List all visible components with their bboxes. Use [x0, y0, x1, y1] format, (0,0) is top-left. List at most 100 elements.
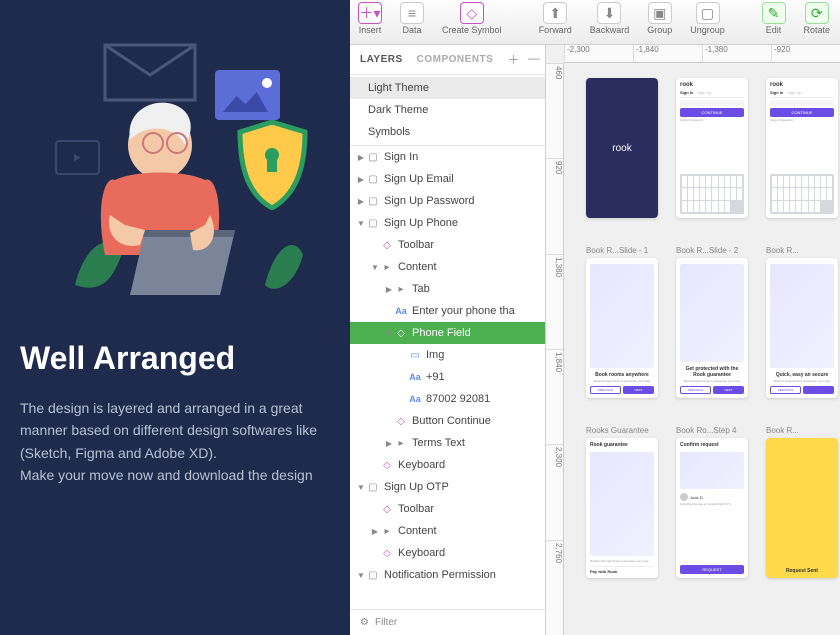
layer-row[interactable]: ▼◇Phone Field [350, 322, 545, 344]
artboard-label: Book R...Slide - 1 [586, 246, 658, 255]
layers-panel: LAYERS COMPONENTS ＋ — Light Theme Dark Th… [350, 45, 546, 635]
layer-label: Keyboard [398, 459, 445, 471]
ungroup-button[interactable]: ▢Ungroup [690, 2, 725, 35]
folder-icon: ▸ [394, 284, 408, 295]
layer-label: Sign Up Password [384, 195, 475, 207]
app-toolbar: ＋▾Insert ≡Data ◇Create Symbol ⬆Forward ⬇… [350, 0, 840, 45]
canvas[interactable]: -2,300-1,840-1,380-920 4609201,3801,8402… [546, 45, 840, 635]
layer-label: Tab [412, 283, 430, 295]
layer-label: 87002 92081 [426, 393, 490, 405]
layer-label: Img [426, 349, 444, 361]
artboard-icon: ▢ [366, 482, 380, 493]
layer-label: Toolbar [398, 503, 434, 515]
artboard-icon: ▢ [366, 218, 380, 229]
artboard[interactable]: Book Ro...Step 4Confirm requestJude DFur… [676, 426, 748, 578]
theme-symbols[interactable]: Symbols [350, 121, 545, 143]
artboard-label: Book R...Slide - 2 [676, 246, 748, 255]
create-symbol-button[interactable]: ◇Create Symbol [442, 2, 502, 35]
sym-icon: ◇ [394, 416, 408, 427]
group-button[interactable]: ▣Group [647, 2, 672, 35]
theme-light[interactable]: Light Theme [350, 77, 545, 99]
filter-bar[interactable]: ⚙ Filter [350, 609, 545, 635]
layer-row[interactable]: Aa +91 [350, 366, 545, 388]
rotate-button[interactable]: ⟳Rotate [804, 2, 831, 35]
ruler-horizontal: -2,300-1,840-1,380-920 [564, 45, 840, 63]
layer-label: Content [398, 525, 437, 537]
folder-icon: ▸ [380, 262, 394, 273]
edit-button[interactable]: ✎Edit [762, 2, 786, 35]
sym-icon: ◇ [380, 240, 394, 251]
artboard[interactable]: Rooks GuaranteeRook guaranteeBooking thr… [586, 426, 658, 578]
layer-row[interactable]: ▶▸Terms Text [350, 432, 545, 454]
artboard-icon: ▢ [366, 174, 380, 185]
artboards-container: rookrookSign InSign UpCONTINUEForgot Pas… [586, 75, 840, 635]
artboard[interactable]: Book R...Slide - 2Get protected with the… [676, 246, 748, 398]
layer-row[interactable]: ◇ Keyboard [350, 454, 545, 476]
artboard[interactable]: Book R...Quick, easy an secureBook throu… [766, 246, 838, 398]
artboard-label: Book Ro...Step 4 [676, 426, 748, 435]
filter-label: Filter [375, 617, 397, 628]
panel-tabs: LAYERS COMPONENTS ＋ — [350, 45, 545, 75]
promo-title: Well Arranged [20, 340, 330, 377]
layer-label: Sign Up Email [384, 173, 454, 185]
layer-row[interactable]: ▶▢Sign Up Password [350, 190, 545, 212]
data-button[interactable]: ≡Data [400, 2, 424, 35]
layer-label: Toolbar [398, 239, 434, 251]
layer-row[interactable]: Aa Enter your phone tha [350, 300, 545, 322]
add-icon[interactable]: ＋ [507, 51, 520, 68]
artboard-icon: ▢ [366, 570, 380, 581]
layer-row[interactable]: ▼▢Notification Permission [350, 564, 545, 586]
artboard-label: Book R... [766, 426, 838, 435]
artboard[interactable]: Book R...Request Sent [766, 426, 838, 578]
workarea: LAYERS COMPONENTS ＋ — Light Theme Dark Th… [350, 45, 840, 635]
layer-label: Sign In [384, 151, 418, 163]
img-icon: ▭ [408, 350, 422, 361]
theme-dark[interactable]: Dark Theme [350, 99, 545, 121]
insert-button[interactable]: ＋▾Insert [358, 2, 382, 35]
artboard-label: Rooks Guarantee [586, 426, 658, 435]
filter-icon: ⚙ [360, 617, 369, 628]
sym-icon: ◇ [394, 328, 408, 339]
tab-layers[interactable]: LAYERS [360, 54, 403, 65]
txt-icon: Aa [408, 372, 422, 382]
layer-row[interactable]: ◇ Toolbar [350, 498, 545, 520]
artboard-icon: ▢ [366, 152, 380, 163]
layer-label: Enter your phone tha [412, 305, 515, 317]
sym-icon: ◇ [380, 504, 394, 515]
layer-row[interactable]: ◇Button Continue [350, 410, 545, 432]
layer-row[interactable]: Aa87002 92081 [350, 388, 545, 410]
artboard[interactable]: rookSign InSign UpCONTINUEForgot Passwor… [676, 75, 748, 218]
layer-label: +91 [426, 371, 445, 383]
layer-label: Sign Up OTP [384, 481, 449, 493]
layer-row[interactable]: ▼▢Sign Up Phone [350, 212, 545, 234]
layer-label: Terms Text [412, 437, 465, 449]
layer-row[interactable]: ◇ Keyboard [350, 542, 545, 564]
layer-row[interactable]: ▶▢Sign In [350, 146, 545, 168]
forward-button[interactable]: ⬆Forward [539, 2, 572, 35]
artboard[interactable]: Book R...Slide - 1Book rooms anywhereBoo… [586, 246, 658, 398]
theme-list: Light Theme Dark Theme Symbols [350, 75, 545, 146]
sym-icon: ◇ [380, 548, 394, 559]
layer-row[interactable]: ▼▸Content [350, 256, 545, 278]
ruler-vertical: 4609201,3801,8402,3002,760 [546, 63, 564, 635]
layer-row[interactable]: ▶▸Content [350, 520, 545, 542]
layer-row[interactable]: ▶▢Sign Up Email [350, 168, 545, 190]
layer-row[interactable]: ▭ Img [350, 344, 545, 366]
layer-label: Content [398, 261, 437, 273]
txt-icon: Aa [394, 306, 408, 316]
layer-row[interactable]: ▶▸Tab [350, 278, 545, 300]
tab-components[interactable]: COMPONENTS [417, 54, 494, 65]
folder-icon: ▸ [380, 526, 394, 537]
layer-label: Sign Up Phone [384, 217, 458, 229]
design-app: ＋▾Insert ≡Data ◇Create Symbol ⬆Forward ⬇… [350, 0, 840, 635]
sym-icon: ◇ [380, 460, 394, 471]
layer-tree[interactable]: ▶▢Sign In▶▢Sign Up Email▶▢Sign Up Passwo… [350, 146, 545, 609]
collapse-icon[interactable]: — [528, 51, 541, 68]
layer-row[interactable]: ◇ Toolbar [350, 234, 545, 256]
backward-button[interactable]: ⬇Backward [590, 2, 630, 35]
artboard[interactable]: rookSign InSign UpCONTINUEForgot Passwor… [766, 75, 838, 218]
layer-row[interactable]: ▼▢Sign Up OTP [350, 476, 545, 498]
artboard[interactable]: rook [586, 75, 658, 218]
layer-label: Keyboard [398, 547, 445, 559]
person-illustration [65, 85, 305, 305]
